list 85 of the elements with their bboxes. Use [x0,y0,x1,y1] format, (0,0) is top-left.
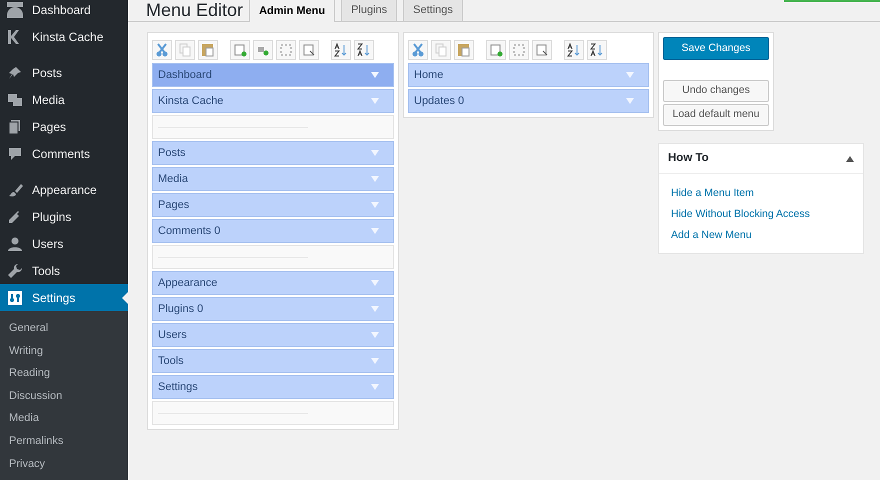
undo-button[interactable]: Undo changes [663,80,769,102]
clipboard-icon[interactable] [198,40,218,60]
submenu-link[interactable]: Writing [0,340,128,362]
menu-item[interactable]: Tools [152,349,394,373]
current-arrow-icon [122,292,128,304]
menu-item[interactable]: Appearance [152,271,394,295]
speech-bubble-icon [7,146,23,162]
menu-separator[interactable] [152,401,394,425]
tab[interactable]: Admin Menu [249,0,336,22]
page-title: Menu Editor [146,0,244,21]
copy-icon[interactable] [175,40,195,60]
scissors-icon[interactable] [152,40,172,60]
clipboard-icon[interactable] [454,40,474,60]
sort-descending-icon[interactable] [587,40,607,60]
copy-icon[interactable] [431,40,451,60]
scissors-icon[interactable] [408,40,428,60]
submenu-link[interactable]: Permalinks [0,430,128,453]
dropdown-arrow-icon[interactable] [371,358,379,364]
submenu-link[interactable]: General [0,317,128,340]
dropdown-arrow-icon[interactable] [371,306,379,312]
help-link[interactable]: Add a New Menu [671,228,752,244]
dropdown-arrow-icon[interactable] [371,332,379,338]
sidebar-item[interactable]: Settings [0,284,128,311]
menu-item[interactable]: Media [152,167,394,191]
sidebar-item[interactable]: Tools [0,257,128,284]
dashed-square-icon[interactable] [509,40,529,60]
add-page-icon[interactable] [486,40,506,60]
menu-item[interactable]: Comments 0 [152,219,394,243]
collapse-arrow-icon[interactable] [846,156,854,162]
submenu-link[interactable]: Media [0,407,128,430]
sidebar-item[interactable]: Plugins [0,203,128,230]
menu-item[interactable]: Settings [152,375,394,399]
dropdown-arrow-icon[interactable] [371,202,379,208]
sidebar-item[interactable]: Appearance [0,176,128,203]
dropdown-arrow-icon[interactable] [626,72,634,78]
sidebar-item[interactable]: Media [0,86,128,113]
dropdown-arrow-icon[interactable] [371,150,379,156]
sidebar-item[interactable]: Comments [0,140,128,167]
paintbrush-icon [7,182,23,198]
menu-item[interactable]: Dashboard [152,63,394,87]
sidebar-item[interactable]: Kinsta Cache [0,23,128,50]
menu-item[interactable]: Pages [152,193,394,217]
submenu-link[interactable]: Discussion [0,384,128,408]
dropdown-arrow-icon[interactable] [626,98,634,104]
add-page-icon[interactable] [230,40,250,60]
dropdown-arrow-icon[interactable] [371,176,379,182]
sort-ascending-icon[interactable] [564,40,584,60]
sort-descending-icon[interactable] [354,40,374,60]
dropdown-arrow-icon[interactable] [371,228,379,234]
sidebar-item[interactable]: Posts [0,59,128,86]
sliders-icon [7,290,23,306]
dropdown-arrow-icon[interactable] [371,72,379,78]
menu-item[interactable]: Updates 0 [408,89,649,113]
menu-item[interactable]: Kinsta Cache [152,89,394,113]
sidebar-item[interactable]: Dashboard [0,0,128,23]
submenu-link[interactable]: Reading [0,362,128,385]
dropdown-arrow-icon[interactable] [371,98,379,104]
sort-ascending-icon[interactable] [331,40,351,60]
dropdown-arrow-icon[interactable] [371,280,379,286]
menu-item[interactable]: Posts [152,141,394,165]
submenu-link[interactable]: Privacy [0,452,128,476]
pages-icon [7,118,23,134]
dashed-square-icon[interactable] [276,40,296,60]
move-page-icon[interactable] [299,40,319,60]
wrench-icon [7,262,23,278]
menu-separator[interactable] [152,115,394,139]
load-default-button[interactable]: Load default menu [663,104,769,126]
tab[interactable]: Settings [403,0,463,21]
box-title: How To [668,150,709,166]
pushpin-icon [7,64,23,80]
sidebar-item[interactable]: Pages [0,113,128,140]
media-icon [7,92,23,108]
help-link[interactable]: Hide a Menu Item [671,186,754,202]
menu-item[interactable]: Plugins 0 [152,297,394,321]
menu-item[interactable]: Users [152,323,394,347]
dropdown-arrow-icon[interactable] [371,384,379,390]
user-icon [7,236,23,252]
save-button[interactable]: Save Changes [663,37,769,60]
help-link[interactable]: Hide Without Blocking Access [671,206,810,222]
menu-item[interactable]: Home [408,63,649,87]
menu-separator[interactable] [152,245,394,269]
move-page-icon[interactable] [532,40,552,60]
sidebar-item[interactable]: Users [0,230,128,257]
tab[interactable]: Plugins [341,0,398,21]
add-separator-icon[interactable] [253,40,273,60]
